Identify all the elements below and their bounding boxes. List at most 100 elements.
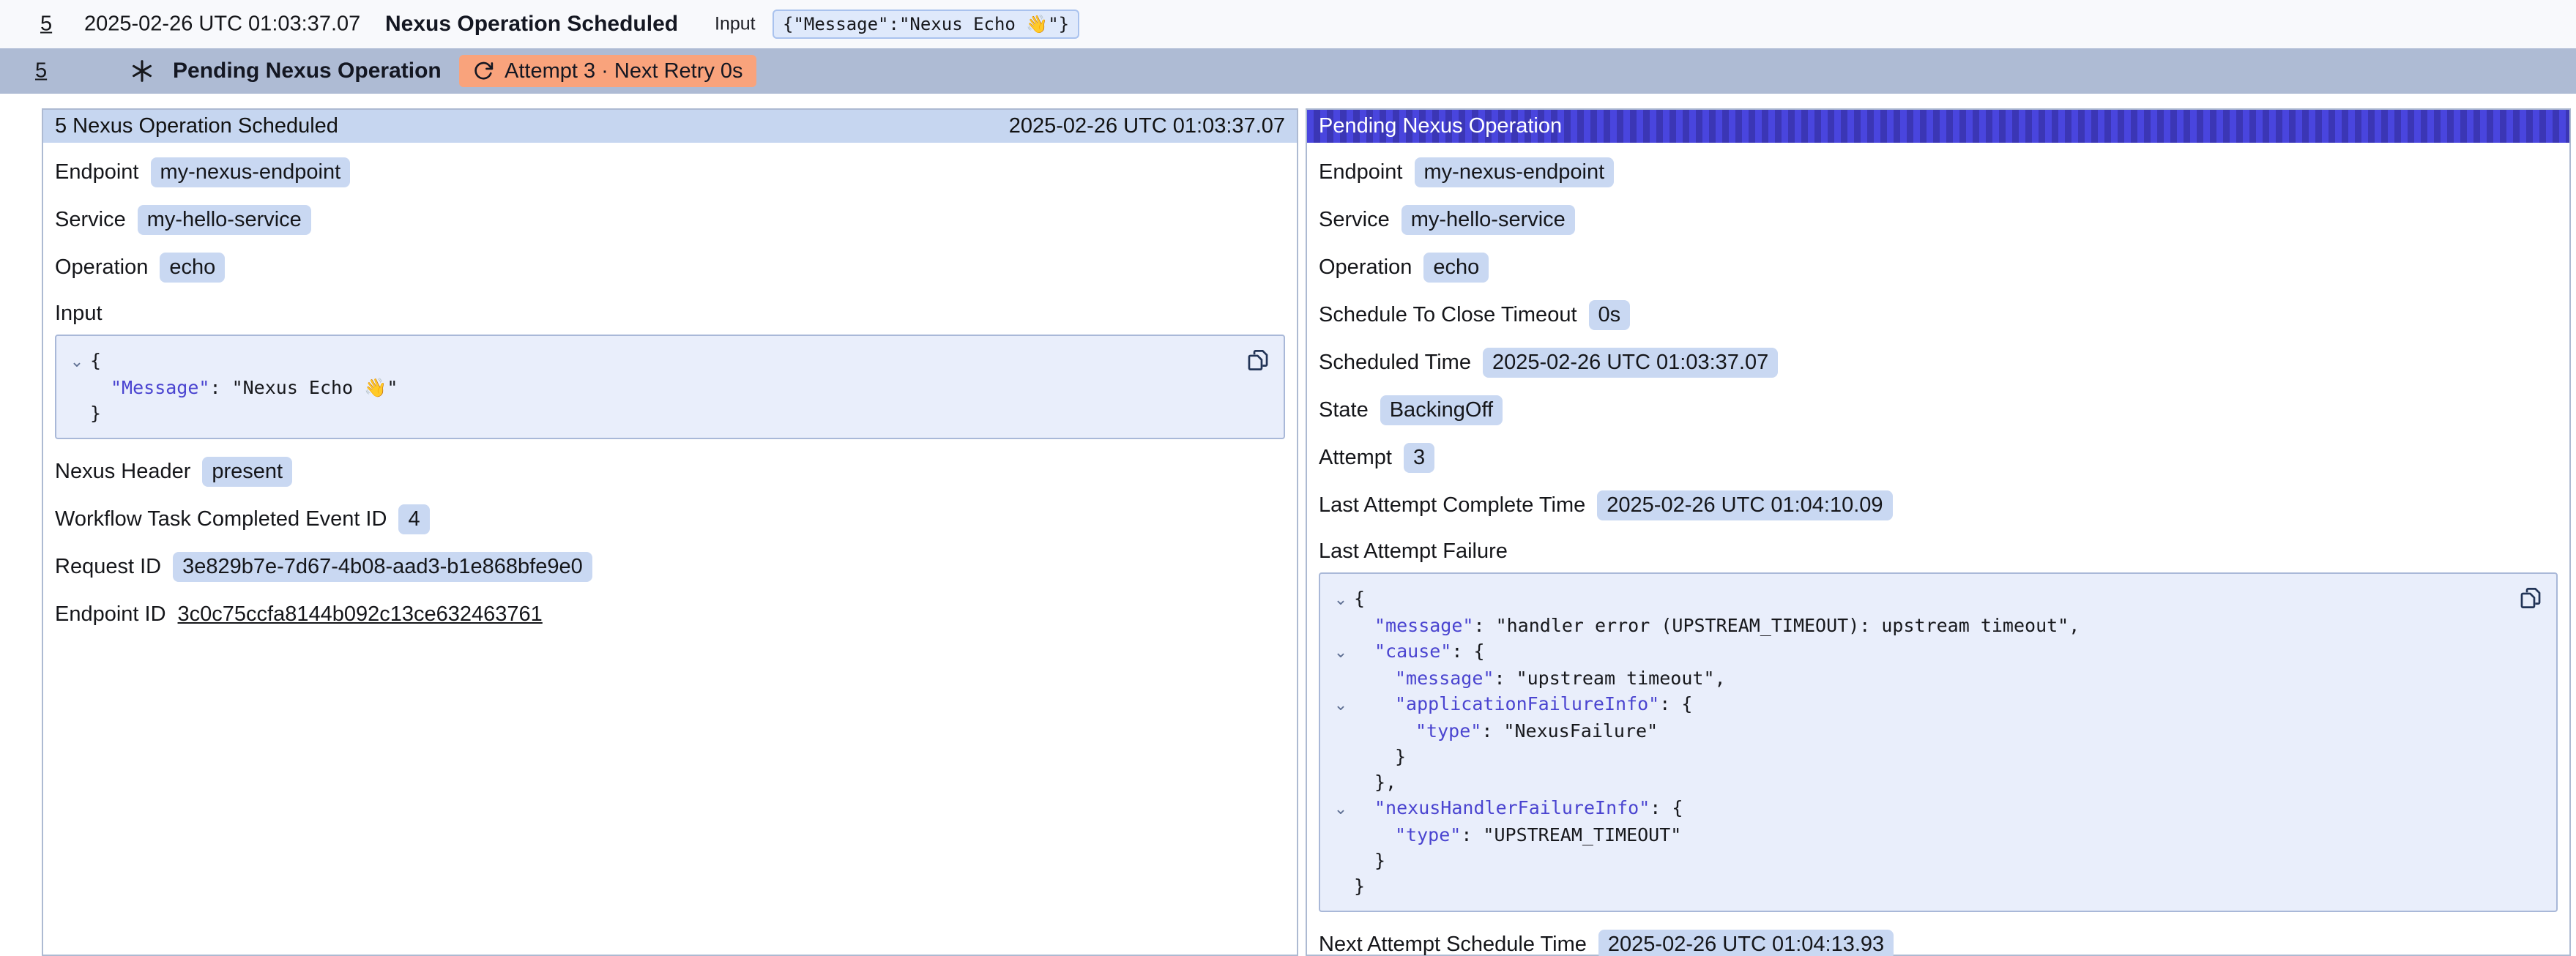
detail-row: Request ID3e829b7e-7d67-4b08-aad3-b1e868… <box>55 552 1285 582</box>
field-label: Service <box>55 208 126 232</box>
json-value: : "Nexus Echo 👋" <box>209 377 398 398</box>
json-key: "message" <box>1395 668 1494 689</box>
endpoint-id-link[interactable]: 3c0c75ccfa8144b092c13ce632463761 <box>178 602 543 627</box>
panel-title: 5 Nexus Operation Scheduled <box>55 114 338 138</box>
pending-operation-panel: Pending Nexus Operation Endpoint my-nexus… <box>1306 108 2571 956</box>
json-viewer: ⌄{"message": "handler error (UPSTREAM_TI… <box>1319 572 2558 912</box>
field-label: Endpoint ID <box>55 602 166 627</box>
json-value: : { <box>1650 797 1683 818</box>
value-chip: 4 <box>398 504 429 534</box>
value-chip: my-nexus-endpoint <box>151 157 351 187</box>
json-line: "message": "handler error (UPSTREAM_TIME… <box>1328 613 2505 638</box>
json-text: { <box>1354 586 1365 611</box>
detail-row: Scheduled Time 2025-02-26 UTC 01:03:37.07 <box>1319 348 2558 378</box>
json-line: "type": "NexusFailure" <box>1328 718 2505 744</box>
value-chip: echo <box>160 253 225 283</box>
detail-row: Operation echo <box>1319 253 2558 283</box>
collapse-chevron-icon[interactable]: ⌄ <box>1328 692 1354 718</box>
panel-header: 5 Nexus Operation Scheduled 2025-02-26 U… <box>43 110 1297 143</box>
field-label: Input <box>55 302 1285 326</box>
field-label: Schedule To Close Timeout <box>1319 303 1577 327</box>
copy-icon <box>1246 348 1270 373</box>
input-preview-chip: {"Message":"Nexus Echo 👋"} <box>773 10 1079 39</box>
collapse-chevron-icon[interactable]: ⌄ <box>1328 587 1354 613</box>
detail-row: Last Attempt Complete Time 2025-02-26 UTC… <box>1319 490 2558 520</box>
detail-row: Nexus Headerpresent <box>55 457 1285 487</box>
field-label: Operation <box>55 255 148 280</box>
json-text: "type": "UPSTREAM_TIMEOUT" <box>1354 822 1681 848</box>
field-label: Service <box>1319 208 1390 232</box>
field-label: Last Attempt Complete Time <box>1319 493 1585 518</box>
json-line: } <box>1328 873 2505 899</box>
json-text: } <box>1354 873 1365 899</box>
json-value: : "handler error (UPSTREAM_TIMEOUT): ups… <box>1473 615 2080 636</box>
field-label: Last Attempt Failure <box>1319 539 2558 564</box>
json-text: { <box>90 348 101 373</box>
collapse-chevron-icon[interactable]: ⌄ <box>1328 796 1354 822</box>
json-key: "Message" <box>111 377 209 398</box>
collapse-chevron-icon[interactable]: ⌄ <box>64 349 90 375</box>
json-line: ⌄{ <box>64 348 1232 375</box>
panel-title: Pending Nexus Operation <box>1319 114 1562 138</box>
json-text: "Message": "Nexus Echo 👋" <box>90 375 398 400</box>
field-label: Operation <box>1319 255 1412 280</box>
retry-icon <box>472 60 494 82</box>
json-value: : "upstream timeout", <box>1494 668 1725 689</box>
field-label: Endpoint <box>55 160 139 184</box>
json-value: } <box>1354 875 1365 897</box>
field-label: State <box>1319 398 1369 422</box>
event-timestamp: 2025-02-26 UTC 01:03:37.07 <box>84 12 360 37</box>
detail-row: Service my-hello-service <box>1319 205 2558 235</box>
event-row-pending-nexus-operation[interactable]: 5 Pending Nexus Operation Attempt 3 · Ne… <box>0 48 2576 94</box>
event-id-link[interactable]: 5 <box>35 59 47 83</box>
json-value: : "NexusFailure" <box>1481 720 1658 742</box>
value-chip: 0s <box>1589 300 1631 330</box>
panel-body: Endpoint my-nexus-endpoint Service my-hello… <box>43 157 1297 646</box>
field-label: Endpoint <box>1319 160 1403 184</box>
json-line: }, <box>1328 769 2505 795</box>
panel-body: Endpoint my-nexus-endpoint Service my-hello… <box>1307 157 2569 956</box>
detail-row: State BackingOff <box>1319 395 2558 425</box>
value-chip: 3 <box>1404 443 1434 473</box>
value-chip: 2025-02-26 UTC 01:04:10.09 <box>1597 490 1892 520</box>
detail-row: Attempt3 <box>1319 443 2558 473</box>
json-key: "type" <box>1395 824 1461 845</box>
field-label: Next Attempt Schedule Time <box>1319 933 1587 956</box>
json-value: } <box>1374 850 1385 871</box>
json-text: } <box>1354 744 1406 769</box>
json-text: "cause": { <box>1354 638 1485 664</box>
detail-row: Operation echo <box>55 253 1285 283</box>
detail-row: Schedule To Close Timeout 0s <box>1319 300 2558 330</box>
json-key: "nexusHandlerFailureInfo" <box>1374 797 1650 818</box>
field-label: Scheduled Time <box>1319 351 1471 375</box>
json-viewer: ⌄{"Message": "Nexus Echo 👋"} <box>55 335 1285 439</box>
value-chip: BackingOff <box>1380 395 1503 425</box>
value-chip: echo <box>1423 253 1489 283</box>
copy-button[interactable] <box>2515 583 2546 613</box>
json-text: "message": "upstream timeout", <box>1354 665 1726 691</box>
value-chip: my-nexus-endpoint <box>1415 157 1615 187</box>
collapse-chevron-icon[interactable]: ⌄ <box>1328 640 1354 665</box>
event-detail-panel-scheduled: 5 Nexus Operation Scheduled 2025-02-26 U… <box>42 108 1298 956</box>
event-row-nexus-operation-scheduled[interactable]: 5 2025-02-26 UTC 01:03:37.07 Nexus Opera… <box>0 0 2576 48</box>
event-id-link[interactable]: 5 <box>40 12 52 37</box>
asterisk-icon <box>130 59 154 83</box>
json-line: } <box>1328 848 2505 873</box>
value-chip: my-hello-service <box>1401 205 1575 235</box>
json-value: } <box>90 403 101 424</box>
json-key: "applicationFailureInfo" <box>1395 693 1659 714</box>
value-chip: my-hello-service <box>138 205 311 235</box>
detail-row: Next Attempt Schedule Time 2025-02-26 UTC… <box>1319 930 2558 956</box>
value-chip: 2025-02-26 UTC 01:04:13.93 <box>1598 930 1894 956</box>
value-chip: 3e829b7e-7d67-4b08-aad3-b1e868bfe9e0 <box>173 552 592 582</box>
json-key: "message" <box>1374 615 1473 636</box>
value-chip: 2025-02-26 UTC 01:03:37.07 <box>1483 348 1778 378</box>
json-value: } <box>1395 746 1406 767</box>
copy-button[interactable] <box>1243 345 1273 376</box>
json-value: : { <box>1451 641 1484 662</box>
json-value: : "UPSTREAM_TIMEOUT" <box>1461 824 1681 845</box>
json-value: : { <box>1659 693 1692 714</box>
value-chip: present <box>202 457 292 487</box>
detail-row: Service my-hello-service <box>55 205 1285 235</box>
json-line: ⌄ "nexusHandlerFailureInfo": { <box>1328 795 2505 822</box>
